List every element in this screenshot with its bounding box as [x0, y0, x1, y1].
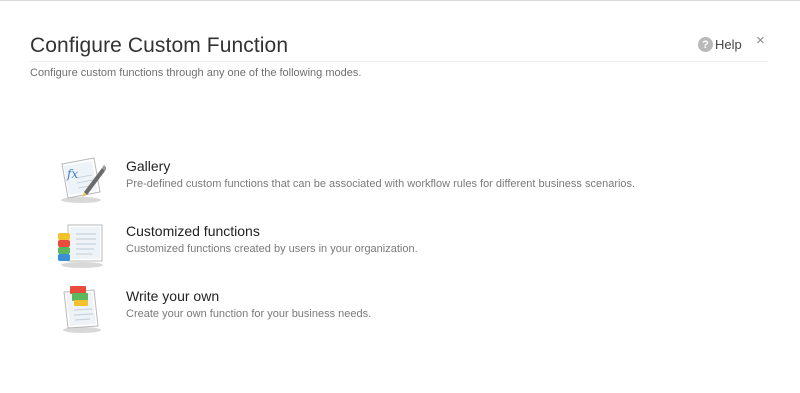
close-icon[interactable]: ×: [756, 32, 765, 50]
dialog-title: Configure Custom Function: [30, 34, 289, 57]
svg-text:fx: fx: [66, 167, 78, 181]
option-write-your-own-description: Create your own function for your busine…: [126, 308, 372, 320]
dialog-subtitle: Configure custom functions through any o…: [30, 67, 362, 79]
option-customized-functions-description: Customized functions created by users in…: [126, 243, 418, 255]
option-gallery-label: Gallery: [126, 158, 171, 174]
help-label: Help: [715, 37, 742, 52]
option-write-your-own-label: Write your own: [126, 288, 220, 304]
help-link[interactable]: ? Help: [698, 37, 742, 52]
option-gallery-description: Pre-defined custom functions that can be…: [126, 178, 636, 190]
option-customized-functions[interactable]: Customized functions Customized function…: [54, 219, 418, 271]
option-write-your-own[interactable]: Write your own Create your own function …: [54, 284, 371, 336]
header-divider: [30, 61, 768, 62]
stacked-documents-icon: [54, 219, 106, 271]
configure-custom-function-dialog: Configure Custom Function ? Help × Confi…: [0, 0, 800, 393]
fx-pen-document-icon: fx: [54, 154, 107, 206]
write-document-icon: [54, 284, 106, 336]
option-gallery[interactable]: fx Gallery Pre-defined custom functions …: [54, 154, 635, 206]
help-icon: ?: [698, 37, 713, 52]
option-customized-functions-label: Customized functions: [126, 223, 260, 239]
